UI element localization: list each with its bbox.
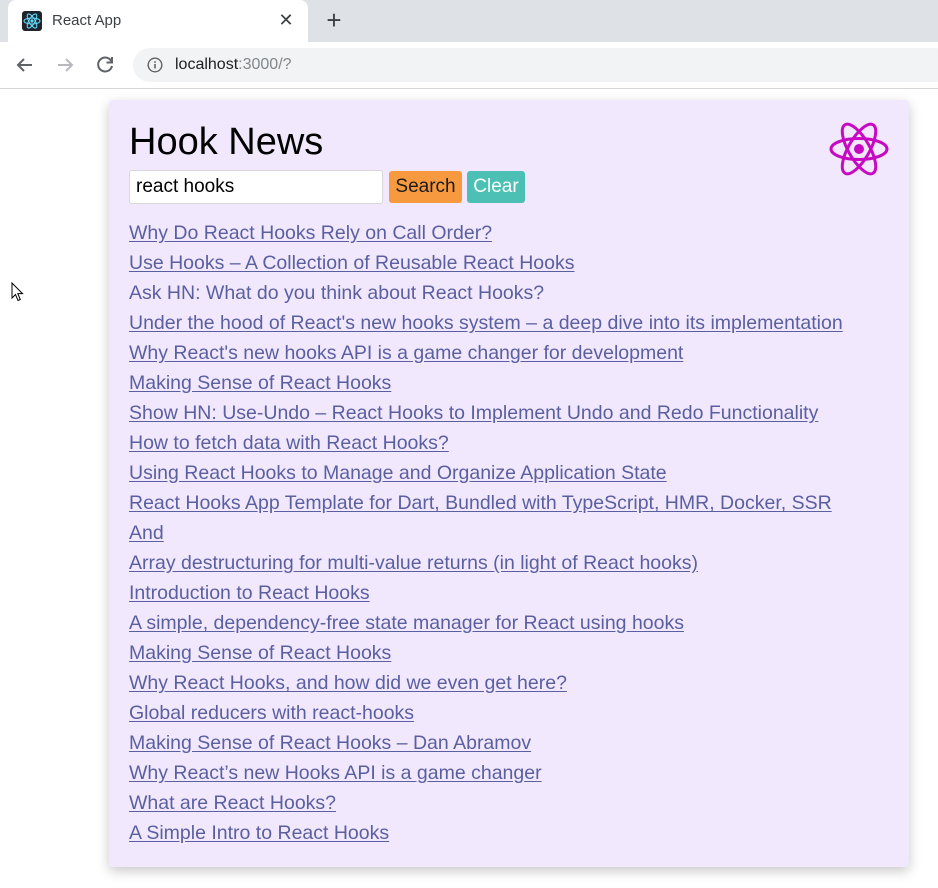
tab-title: React App [52,12,122,29]
result-link[interactable]: Making Sense of React Hooks [129,642,391,664]
app-card: Hook News Search Clear Why Do React Hook… [109,100,909,867]
mouse-cursor-icon [11,282,24,302]
result-link[interactable]: Making Sense of React Hooks [129,372,391,394]
clear-button[interactable]: Clear [467,171,525,203]
address-bar[interactable]: localhost:3000/? [133,48,938,82]
result-item: Using React Hooks to Manage and Organize… [129,458,869,488]
result-item: Making Sense of React Hooks [129,638,869,668]
search-button[interactable]: Search [389,171,462,203]
result-item: Show HN: Use-Undo – React Hooks to Imple… [129,398,869,428]
result-link[interactable]: Why React’s new Hooks API is a game chan… [129,762,542,784]
result-item: Making Sense of React Hooks – Dan Abramo… [129,728,869,758]
result-item: Array destructuring for multi-value retu… [129,548,869,578]
result-link[interactable]: A simple, dependency-free state manager … [129,612,684,634]
result-link[interactable]: Making Sense of React Hooks – Dan Abramo… [129,732,531,754]
result-item: A Simple Intro to React Hooks [129,818,869,848]
browser-tabbar: React App ✕ + [0,0,938,42]
result-item: React Hooks App Template for Dart, Bundl… [129,488,869,548]
tab-close-icon[interactable]: ✕ [276,10,296,30]
forward-arrow-icon[interactable] [53,53,77,77]
result-link[interactable]: Using React Hooks to Manage and Organize… [129,462,667,484]
url-path: :3000/? [238,56,292,73]
result-link[interactable]: Ask HN: What do you think about React Ho… [129,282,544,304]
react-logo-icon [829,122,889,176]
reload-icon[interactable] [93,53,117,77]
result-item: Why React's new hooks API is a game chan… [129,338,869,368]
result-item: Global reducers with react-hooks [129,698,869,728]
result-link[interactable]: Under the hood of React's new hooks syst… [129,312,843,334]
result-link[interactable]: A Simple Intro to React Hooks [129,822,389,844]
result-item: What are React Hooks? [129,788,869,818]
search-input[interactable] [129,170,383,204]
result-item: Making Sense of React Hooks [129,368,869,398]
result-link[interactable]: Array destructuring for multi-value retu… [129,552,698,574]
result-link[interactable]: Global reducers with react-hooks [129,702,414,724]
results-list: Why Do React Hooks Rely on Call Order? Us… [129,218,869,848]
result-link[interactable]: Introduction to React Hooks [129,582,370,604]
result-item: Why React Hooks, and how did we even get… [129,668,869,698]
back-arrow-icon[interactable] [13,53,37,77]
result-link[interactable]: Use Hooks – A Collection of Reusable Rea… [129,252,574,274]
result-item: Why Do React Hooks Rely on Call Order? [129,218,869,248]
info-icon[interactable] [147,57,163,73]
result-link[interactable]: Why React's new hooks API is a game chan… [129,342,683,364]
result-item: Under the hood of React's new hooks syst… [129,308,869,338]
browser-tab[interactable]: React App ✕ [8,0,308,42]
result-link[interactable]: What are React Hooks? [129,792,336,814]
result-item: A simple, dependency-free state manager … [129,608,869,638]
result-link[interactable]: How to fetch data with React Hooks? [129,432,449,454]
url-text: localhost:3000/? [175,56,292,74]
result-link[interactable]: Show HN: Use-Undo – React Hooks to Imple… [129,402,818,424]
result-item: Use Hooks – A Collection of Reusable Rea… [129,248,869,278]
url-host: localhost [175,56,239,73]
result-item: Why React’s new Hooks API is a game chan… [129,758,869,788]
result-link[interactable]: Why Do React Hooks Rely on Call Order? [129,222,492,244]
result-link[interactable]: Why React Hooks, and how did we even get… [129,672,567,694]
result-link[interactable]: React Hooks App Template for Dart, Bundl… [129,492,832,544]
result-item: How to fetch data with React Hooks? [129,428,869,458]
page-title: Hook News [129,121,324,163]
result-item: Introduction to React Hooks [129,578,869,608]
react-favicon-icon [22,11,42,31]
result-item: Ask HN: What do you think about React Ho… [129,278,869,308]
new-tab-icon[interactable]: + [322,7,346,33]
browser-toolbar: localhost:3000/? [0,42,938,89]
